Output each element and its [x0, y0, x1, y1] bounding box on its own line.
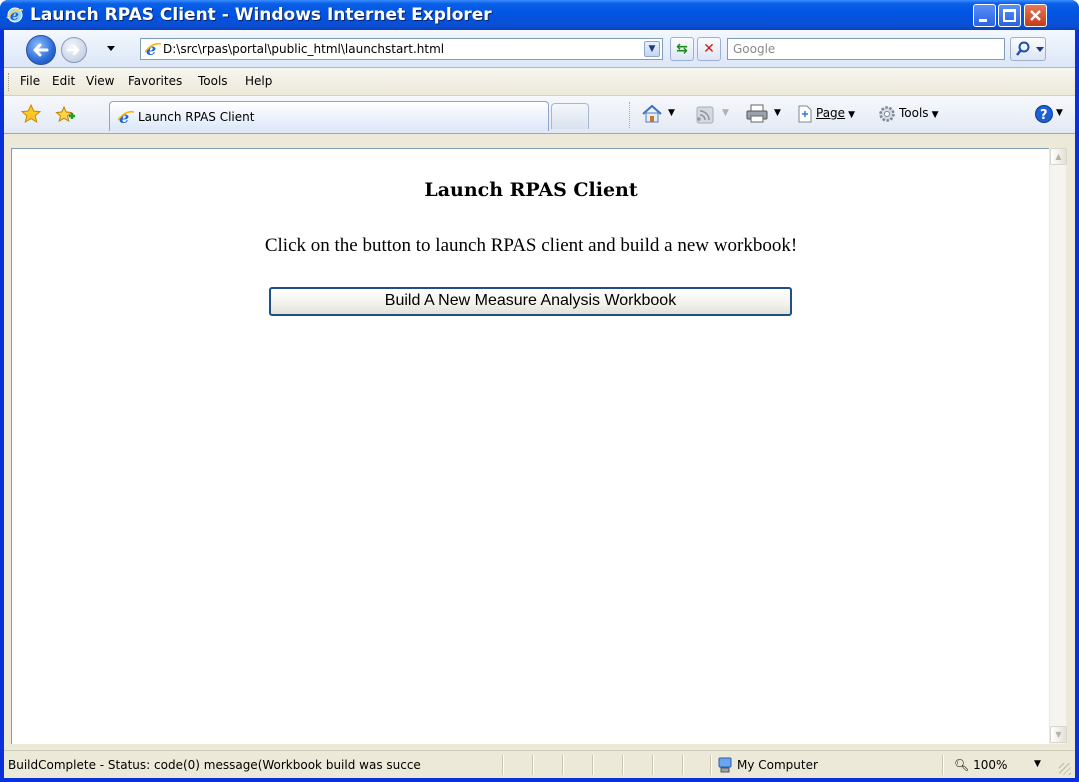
status-separator: [622, 755, 624, 775]
page-instruction: Click on the button to launch RPAS clien…: [264, 235, 798, 256]
stop-x-icon: ✕: [703, 41, 715, 57]
menu-tools[interactable]: Tools: [198, 74, 228, 88]
help-dropdown-icon[interactable]: ▼: [1056, 108, 1063, 118]
stop-button[interactable]: ✕: [697, 37, 721, 61]
forward-button[interactable]: [61, 37, 87, 63]
page-menu-label: Page: [816, 106, 846, 120]
window-title: Launch RPAS Client - Windows Internet Ex…: [30, 5, 492, 25]
address-bar[interactable]: e D:\src\rpas\portal\public_html\launchs…: [140, 38, 663, 60]
menu-edit[interactable]: Edit: [52, 74, 75, 88]
status-separator: [652, 755, 654, 775]
toolbar-separator: [629, 102, 630, 128]
page-content: Launch RPAS Client Click on the button t…: [11, 148, 1049, 744]
back-button[interactable]: [26, 35, 56, 65]
zoom-level[interactable]: 🔍︎ 100%: [954, 758, 1007, 772]
scroll-down-button[interactable]: ▼: [1050, 726, 1067, 743]
menu-grip: [8, 73, 11, 91]
security-zone-label: My Computer: [737, 758, 818, 772]
status-bar: BuildComplete - Status: code(0) message(…: [4, 750, 1075, 778]
status-message: BuildComplete - Status: code(0) message(…: [8, 758, 421, 772]
menu-file[interactable]: File: [20, 74, 40, 88]
status-separator: [710, 755, 712, 775]
maximize-button[interactable]: [998, 4, 1021, 27]
recent-pages-dropdown-icon[interactable]: [106, 45, 116, 53]
feeds-dropdown-icon: ▼: [722, 108, 729, 118]
tools-gear-icon: [879, 106, 895, 122]
page-menu-button[interactable]: Page ▼: [816, 106, 855, 120]
zoom-value: 100%: [973, 758, 1008, 772]
refresh-arrows-icon: ⇆: [676, 41, 688, 57]
home-dropdown-icon[interactable]: ▼: [668, 108, 675, 118]
status-separator: [562, 755, 564, 775]
address-dropdown-button[interactable]: ▼: [644, 41, 660, 57]
tab-launch-rpas-client[interactable]: e Launch RPAS Client: [109, 101, 549, 131]
address-url[interactable]: D:\src\rpas\portal\public_html\launchsta…: [163, 42, 444, 56]
page-heading: Launch RPAS Client: [424, 179, 638, 201]
tab-bar: e Launch RPAS Client ▼ ▼ ▼ Page ▼ Tools …: [4, 96, 1075, 134]
minimize-button[interactable]: [973, 4, 996, 27]
tab-ie-icon: e: [118, 109, 134, 125]
page-ie-icon: e: [145, 41, 161, 57]
refresh-button[interactable]: ⇆: [670, 37, 694, 61]
help-icon[interactable]: ?: [1034, 104, 1054, 124]
title-bar[interactable]: e Launch RPAS Client - Windows Internet …: [0, 0, 1079, 30]
menu-favorites[interactable]: Favorites: [128, 74, 182, 88]
menu-bar: File Edit View Favorites Tools Help: [4, 68, 1075, 96]
status-separator: [532, 755, 534, 775]
new-tab-button[interactable]: [551, 103, 589, 129]
svg-text:?: ?: [1040, 108, 1048, 123]
status-separator: [682, 755, 684, 775]
print-icon[interactable]: [746, 104, 768, 124]
add-favorite-icon[interactable]: [54, 104, 76, 126]
browser-window: e Launch RPAS Client - Windows Internet …: [0, 0, 1079, 782]
zoom-icon: 🔍︎: [954, 758, 970, 772]
close-button[interactable]: [1024, 4, 1047, 27]
status-separator: [502, 755, 504, 775]
menu-view[interactable]: View: [86, 74, 114, 88]
build-new-workbook-button[interactable]: Build A New Measure Analysis Workbook: [269, 287, 792, 316]
close-icon: [1030, 10, 1041, 21]
resize-grip[interactable]: [1059, 763, 1071, 775]
status-separator: [942, 755, 944, 775]
tools-menu-label: Tools: [899, 106, 929, 120]
status-separator: [592, 755, 594, 775]
back-arrow-icon: [33, 43, 49, 57]
forward-arrow-icon: [66, 44, 80, 56]
menu-help[interactable]: Help: [245, 74, 272, 88]
page-icon: [798, 105, 812, 123]
tools-menu-button[interactable]: Tools ▼: [899, 106, 938, 120]
favorites-center-star-icon[interactable]: [20, 103, 42, 125]
scroll-up-button[interactable]: ▲: [1050, 148, 1067, 165]
navigation-bar: e D:\src\rpas\portal\public_html\launchs…: [4, 30, 1075, 68]
feeds-icon[interactable]: [696, 106, 714, 124]
tab-label: Launch RPAS Client: [138, 110, 255, 124]
home-icon[interactable]: [641, 104, 663, 124]
zoom-dropdown-icon[interactable]: ▼: [1034, 759, 1041, 769]
search-box[interactable]: Google: [727, 38, 1005, 60]
print-dropdown-icon[interactable]: ▼: [774, 108, 781, 118]
search-options-dropdown-icon: [1036, 47, 1044, 52]
vertical-scrollbar[interactable]: ▲ ▼: [1049, 148, 1067, 744]
search-button[interactable]: [1010, 37, 1046, 61]
internet-explorer-icon: e: [6, 7, 24, 24]
search-placeholder: Google: [733, 42, 776, 56]
magnifier-icon: [1016, 41, 1030, 56]
my-computer-icon: [718, 757, 732, 773]
